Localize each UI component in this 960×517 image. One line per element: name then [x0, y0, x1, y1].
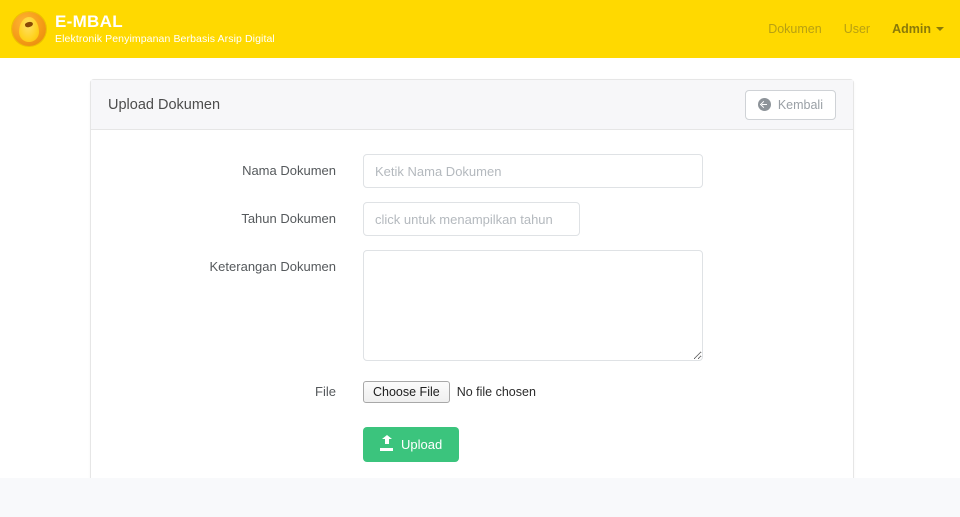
keterangan-dokumen-textarea[interactable]	[363, 250, 703, 361]
brand-title: E-MBAL	[55, 12, 123, 32]
form-row-file: File Choose File No file chosen	[108, 375, 836, 409]
upload-icon-arrow	[381, 434, 392, 444]
label-tahun-dokumen: Tahun Dokumen	[241, 211, 336, 226]
nav-links: Dokumen User Admin	[768, 22, 944, 36]
form-row-tahun-dokumen: Tahun Dokumen	[108, 202, 836, 236]
nav-item-admin[interactable]: Admin	[892, 22, 944, 36]
page-title: Upload Dokumen	[108, 96, 221, 113]
brand-text-group: E-MBAL Elektronik Penyimpanan Berbasis A…	[55, 13, 275, 45]
chevron-down-icon	[936, 27, 944, 31]
file-input-group[interactable]: Choose File No file chosen	[363, 375, 836, 409]
brand-logo-link[interactable]: E-MBAL Elektronik Penyimpanan Berbasis A…	[12, 12, 275, 46]
kembali-button-label: Kembali	[777, 97, 823, 112]
field-keterangan-dokumen	[363, 250, 836, 361]
card-header: Upload Dokumen Kembali	[91, 80, 853, 130]
kembali-button[interactable]: Kembali	[744, 89, 836, 120]
field-nama-dokumen	[363, 154, 836, 188]
tahun-dokumen-input[interactable]	[363, 202, 580, 236]
choose-file-button[interactable]: Choose File	[363, 381, 450, 403]
field-file: Choose File No file chosen	[363, 375, 836, 409]
top-navbar: E-MBAL Elektronik Penyimpanan Berbasis A…	[0, 0, 960, 58]
label-file: File	[315, 384, 336, 399]
card-body: Nama Dokumen Tahun Dokumen Keterangan Do…	[91, 130, 853, 506]
upload-icon	[380, 434, 393, 451]
upload-button[interactable]: Upload	[363, 427, 460, 462]
upload-icon-tray	[380, 447, 393, 451]
upload-button-label: Upload	[401, 437, 443, 452]
form-row-keterangan-dokumen: Keterangan Dokumen	[108, 250, 836, 361]
upload-dokumen-card: Upload Dokumen Kembali Nama Dokumen Tahu…	[90, 79, 854, 507]
label-nama-dokumen: Nama Dokumen	[242, 163, 336, 178]
brand-subtitle: Elektronik Penyimpanan Berbasis Arsip Di…	[55, 33, 275, 46]
egg-archive-logo-icon	[12, 12, 46, 46]
field-tahun-dokumen	[363, 202, 836, 236]
label-keterangan-dokumen: Keterangan Dokumen	[209, 259, 336, 274]
nav-item-dokumen[interactable]: Dokumen	[768, 22, 822, 36]
footer-strip	[0, 478, 960, 517]
file-status-text: No file chosen	[456, 385, 536, 399]
nama-dokumen-input[interactable]	[363, 154, 703, 188]
nav-item-admin-label: Admin	[892, 22, 931, 36]
nav-item-user[interactable]: User	[844, 22, 870, 36]
form-row-submit: Upload	[108, 427, 836, 462]
arrow-left-circle-icon	[757, 98, 771, 111]
form-row-nama-dokumen: Nama Dokumen	[108, 154, 836, 188]
field-submit: Upload	[363, 427, 836, 462]
